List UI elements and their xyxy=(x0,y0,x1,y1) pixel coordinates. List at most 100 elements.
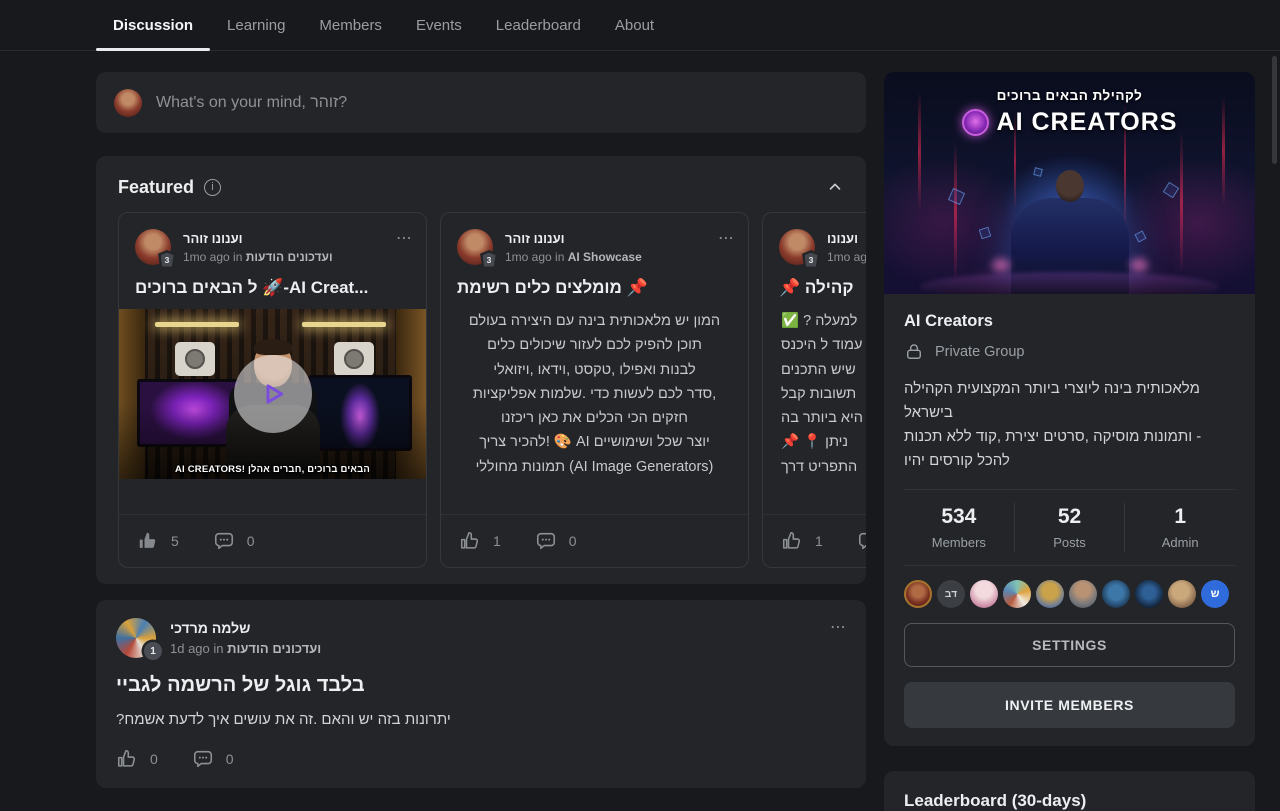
member-avatar[interactable]: ב‎ד xyxy=(937,580,965,608)
featured-card-tools[interactable]: 3 זוהר‎ וענונו‎ 1mo ago in AI Showcase ⋯… xyxy=(440,212,749,568)
comment-count: 0 xyxy=(226,751,234,767)
comment-count: 0 xyxy=(569,533,577,549)
page-scrollbar[interactable] xyxy=(1272,56,1277,164)
tab-discussion[interactable]: Discussion xyxy=(96,0,210,50)
post-title: 📌 קהילה‎ xyxy=(763,278,866,298)
like-count: 5 xyxy=(171,533,179,549)
post-meta: 1mo ago in xyxy=(827,250,866,264)
like-count: 1 xyxy=(815,533,823,549)
author-name[interactable]: וענונו‎ xyxy=(827,231,866,246)
video-caption: AI CREATORS! אהלן‎ חברים,‎ ברוכים‎ הבאים… xyxy=(119,464,426,475)
featured-card-welcome[interactable]: 3 זוהר‎ וענונו‎ 1mo ago in הודעות‎ ועדכו… xyxy=(118,212,427,568)
group-info-card: ברוכים‎ הבאים‎ לקהילת‎ AI CREATORS AI Cr… xyxy=(884,72,1255,746)
author-avatar[interactable]: 1 xyxy=(116,618,156,658)
member-avatar[interactable] xyxy=(904,580,932,608)
like-button[interactable]: 1 xyxy=(781,530,823,552)
tab-about[interactable]: About xyxy=(598,0,671,50)
member-avatar[interactable] xyxy=(1135,580,1163,608)
featured-section: Featured i 3 זוהר‎ וענונו‎ 1mo ago in xyxy=(96,156,866,584)
post-excerpt: בעולם‎ היצירה‎ עם‎ בינה‎ מלאכותית‎ יש‎ ה… xyxy=(441,309,748,479)
like-button[interactable]: 5 xyxy=(137,530,179,552)
chevron-up-icon[interactable] xyxy=(826,178,844,196)
comment-icon xyxy=(192,748,214,770)
author-name[interactable]: זוהר‎ וענונו‎ xyxy=(183,231,333,246)
category-link[interactable]: הודעות‎ ועדכונים‎ xyxy=(227,641,321,656)
level-badge: 3 xyxy=(802,250,820,269)
comment-button[interactable]: 0 xyxy=(213,530,255,552)
post-composer[interactable]: What's on your mind, זוהר? xyxy=(96,72,866,133)
floating-cube xyxy=(979,227,992,240)
post-meta: 1d ago in הודעות‎ ועדכונים‎ xyxy=(170,641,321,656)
member-avatars-row: ב‎ד ש xyxy=(904,580,1235,608)
post-excerpt: ✅ ? למעלה‎היכנס‎ ל‎ עמוד‎התכנים‎ שיש‎קבל… xyxy=(763,309,866,479)
author-name[interactable]: מרדכי‎ שלמה‎ xyxy=(170,620,321,636)
featured-card-community[interactable]: 3 וענונו‎ 1mo ago in 📌 קהילה‎ ✅ ? למעלה‎… xyxy=(762,212,866,568)
comment-button[interactable]: 0 xyxy=(192,748,234,770)
member-avatar[interactable] xyxy=(1036,580,1064,608)
info-icon[interactable]: i xyxy=(204,179,221,196)
comment-icon xyxy=(213,530,235,552)
group-description: הקהילה‎ המקצועית‎ ביותר‎ ליוצרי‎ בינה‎ מ… xyxy=(904,377,1235,473)
tab-leaderboard[interactable]: Leaderboard xyxy=(479,0,598,50)
more-menu-icon[interactable]: ⋯ xyxy=(396,229,412,247)
post-title: ברוכים‎ הבאים‎ ל‎ 🚀-AI Creat... xyxy=(119,278,426,298)
featured-title: Featured xyxy=(118,177,194,198)
video-thumbnail[interactable]: AI CREATORS! אהלן‎ חברים,‎ ברוכים‎ הבאים… xyxy=(119,309,426,479)
more-menu-icon[interactable]: ⋯ xyxy=(830,618,846,636)
tab-learning[interactable]: Learning xyxy=(210,0,302,50)
more-menu-icon[interactable]: ⋯ xyxy=(718,229,734,247)
play-button[interactable] xyxy=(234,355,312,433)
level-badge: 3 xyxy=(480,250,498,269)
floating-cube xyxy=(1033,167,1043,177)
stat-admins: 1 Admin xyxy=(1124,503,1235,552)
group-name: AI Creators xyxy=(904,294,1235,331)
invite-members-button[interactable]: INVITE MEMBERS xyxy=(904,682,1235,728)
post-title: רשימת‎ כלים‎ מומלצים‎ 📌 xyxy=(441,278,748,298)
comment-button[interactable]: 0 xyxy=(857,530,866,552)
feed-column: What's on your mind, זוהר? Featured i 3 xyxy=(96,72,866,788)
feed-post[interactable]: ⋯ 1 מרדכי‎ שלמה‎ 1d ago in הודעות‎ ועדכו… xyxy=(96,600,866,788)
comment-icon xyxy=(857,530,866,552)
author-avatar[interactable]: 3 xyxy=(457,229,493,265)
tab-events[interactable]: Events xyxy=(399,0,479,50)
floating-cube xyxy=(1163,182,1180,199)
comment-button[interactable]: 0 xyxy=(535,530,577,552)
member-avatar[interactable] xyxy=(1168,580,1196,608)
lock-icon xyxy=(904,342,924,362)
stat-members: 534 Members xyxy=(904,503,1014,552)
banner-glow-hand xyxy=(992,258,1010,272)
category-link[interactable]: AI Showcase xyxy=(568,250,642,264)
author-name[interactable]: זוהר‎ וענונו‎ xyxy=(505,231,642,246)
tab-members[interactable]: Members xyxy=(302,0,399,50)
banner-welcome-text: ברוכים‎ הבאים‎ לקהילת‎ xyxy=(884,88,1255,103)
member-avatar[interactable] xyxy=(1003,580,1031,608)
banner-desk-glow xyxy=(920,272,1219,294)
group-stats: 534 Members 52 Posts 1 Admin xyxy=(904,490,1235,565)
featured-cards-row: 3 זוהר‎ וענונו‎ 1mo ago in הודעות‎ ועדכו… xyxy=(118,212,866,568)
banner-glow-hand xyxy=(1130,258,1148,272)
privacy-label: Private Group xyxy=(935,344,1024,360)
member-avatar[interactable] xyxy=(1069,580,1097,608)
author-avatar[interactable]: 3 xyxy=(779,229,815,265)
member-avatar[interactable] xyxy=(970,580,998,608)
floating-cube xyxy=(948,188,965,205)
composer-prompt: What's on your mind, זוהר? xyxy=(156,94,347,112)
divider xyxy=(904,565,1235,566)
level-badge: 1 xyxy=(144,642,162,660)
thumb-up-icon xyxy=(781,530,803,552)
group-sidebar: ברוכים‎ הבאים‎ לקהילת‎ AI CREATORS AI Cr… xyxy=(884,72,1255,811)
thumb-up-icon xyxy=(116,748,138,770)
banner-figure-head xyxy=(1056,170,1084,202)
thumb-up-icon xyxy=(137,530,159,552)
like-button[interactable]: 1 xyxy=(459,530,501,552)
author-avatar[interactable]: 3 xyxy=(135,229,171,265)
member-avatar[interactable]: ש xyxy=(1201,580,1229,608)
current-user-avatar[interactable] xyxy=(114,89,142,117)
stat-posts: 52 Posts xyxy=(1014,503,1125,552)
like-button[interactable]: 0 xyxy=(116,748,158,770)
thumb-up-icon xyxy=(459,530,481,552)
category-link[interactable]: הודעות‎ ועדכונים‎ xyxy=(246,250,333,264)
settings-button[interactable]: SETTINGS xyxy=(904,623,1235,667)
member-avatar[interactable] xyxy=(1102,580,1130,608)
banner-light-streak xyxy=(954,142,957,282)
